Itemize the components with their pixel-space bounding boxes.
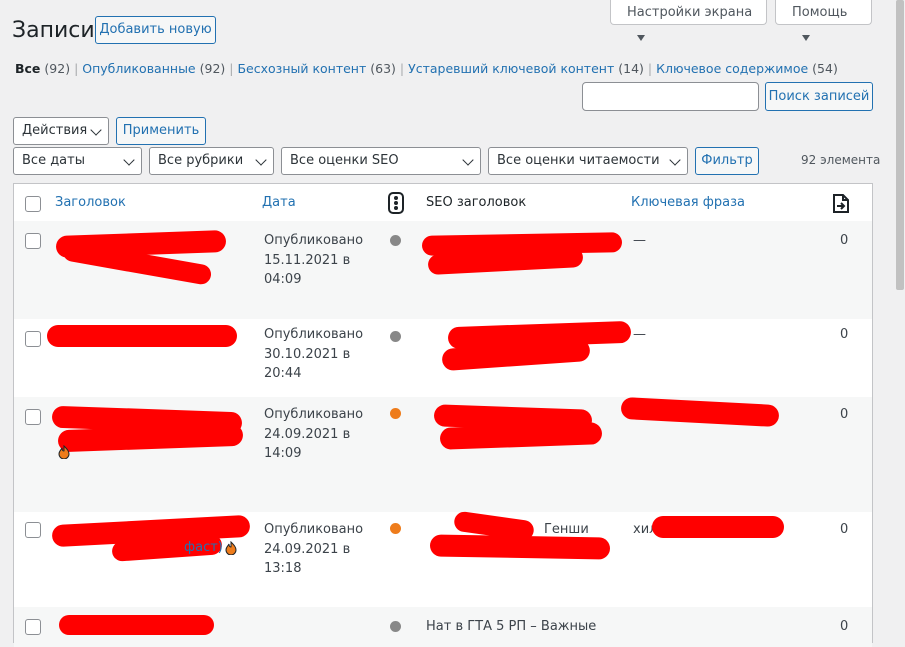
page-scrollbar[interactable] bbox=[895, 0, 905, 628]
readability-filter-label: Все оценки читаемости bbox=[497, 153, 660, 168]
seo-score-dot-gray bbox=[390, 331, 401, 342]
column-title-sort[interactable]: Заголовок bbox=[55, 193, 126, 213]
screen-options-button[interactable]: Настройки экрана bbox=[610, 0, 767, 41]
time-value: 04:09 bbox=[264, 272, 302, 287]
seo-score-dot-orange bbox=[390, 408, 401, 419]
row-checkbox[interactable] bbox=[25, 331, 41, 347]
column-seo-title: SEO заголовок bbox=[426, 195, 527, 210]
readability-filter-select[interactable]: Все оценки читаемости bbox=[488, 147, 688, 175]
redaction-mark bbox=[620, 396, 780, 428]
fire-icon bbox=[58, 444, 70, 463]
chevron-down-icon bbox=[90, 124, 102, 136]
filter-button[interactable]: Фильтр bbox=[695, 147, 759, 175]
date-status: Опубликовано bbox=[264, 522, 364, 537]
seo-filter-label: Все оценки SEO bbox=[290, 153, 399, 168]
select-all-checkbox[interactable] bbox=[25, 196, 41, 212]
date-status: Опубликовано bbox=[264, 233, 364, 248]
redaction-mark bbox=[429, 534, 611, 560]
seo-score-dot-gray bbox=[390, 235, 401, 246]
apply-button[interactable]: Применить bbox=[116, 117, 206, 145]
chevron-down-icon bbox=[462, 154, 474, 166]
subsubsub-views: Все (92) | Опубликованные (92) | Бесхозн… bbox=[15, 61, 838, 76]
seo-title-fragment: Нат в ГТА 5 РП – Важные bbox=[426, 619, 597, 634]
view-orphaned-count: (63) bbox=[370, 61, 396, 76]
keyphrase-value: — bbox=[633, 233, 646, 248]
view-published-count: (92) bbox=[199, 61, 226, 76]
seo-score-dot-orange bbox=[390, 523, 401, 534]
triangle-down-icon bbox=[637, 35, 645, 41]
post-date: Опубликовано 24.09.2021 в 14:09 bbox=[264, 405, 363, 464]
table-row: Нат в ГТА 5 РП – Важные 0 bbox=[14, 607, 872, 647]
help-label: Помощь bbox=[792, 5, 848, 20]
links-count: 0 bbox=[840, 522, 849, 537]
post-date: Опубликовано 30.10.2021 в 20:44 bbox=[264, 325, 363, 384]
view-cornerstone-count: (54) bbox=[812, 61, 838, 76]
links-count: 0 bbox=[840, 327, 849, 342]
table-row: Опубликовано 15.11.2021 в 04:09 — 0 bbox=[14, 221, 872, 319]
view-stale-cornerstone[interactable]: Устаревший ключевой контент bbox=[408, 61, 614, 76]
keyphrase-value: — bbox=[633, 327, 646, 342]
search-input[interactable] bbox=[582, 82, 759, 111]
row-checkbox[interactable] bbox=[25, 409, 41, 425]
column-date-sort[interactable]: Дата bbox=[262, 193, 296, 213]
redaction-mark bbox=[59, 615, 214, 635]
seo-score-dot-gray bbox=[390, 621, 401, 632]
search-posts-button[interactable]: Поиск записей bbox=[765, 82, 873, 111]
links-count: 0 bbox=[840, 407, 849, 422]
scrollbar-thumb[interactable] bbox=[896, 0, 904, 290]
redaction-mark bbox=[47, 325, 237, 347]
view-all-count: (92) bbox=[44, 61, 71, 76]
bulk-actions-select[interactable]: Действия bbox=[13, 117, 109, 145]
row-checkbox[interactable] bbox=[25, 619, 41, 635]
column-keyphrase-sort[interactable]: Ключевая фраза bbox=[631, 193, 745, 213]
redaction-mark bbox=[439, 422, 603, 450]
category-filter-label: Все рубрики bbox=[158, 153, 244, 168]
redaction-mark bbox=[652, 516, 784, 538]
time-value: 20:44 bbox=[264, 366, 302, 381]
items-count: 92 элемента bbox=[801, 153, 881, 167]
posts-table: Заголовок Дата SEO заголовок Ключевая фр… bbox=[13, 183, 873, 647]
table-header: Заголовок Дата SEO заголовок Ключевая фр… bbox=[14, 184, 872, 222]
date-value: 24.09.2021 в bbox=[264, 426, 351, 442]
post-title-fragment[interactable]: фаст) bbox=[184, 538, 223, 558]
internal-links-icon[interactable] bbox=[831, 193, 851, 218]
help-button[interactable]: Помощь bbox=[775, 0, 872, 41]
table-row: Опубликовано 24.09.2021 в 14:09 0 bbox=[14, 396, 872, 512]
row-checkbox[interactable] bbox=[25, 233, 41, 249]
bulk-actions-label: Действия bbox=[22, 123, 88, 138]
time-value: 13:18 bbox=[264, 561, 302, 576]
chevron-down-icon bbox=[123, 154, 135, 166]
post-date: Опубликовано 15.11.2021 в 04:09 bbox=[264, 231, 363, 290]
view-cornerstone[interactable]: Ключевое содержимое bbox=[656, 61, 808, 76]
fire-icon bbox=[225, 540, 237, 559]
time-value: 14:09 bbox=[264, 446, 302, 461]
page-title: Записи bbox=[12, 18, 95, 43]
triangle-down-icon bbox=[802, 35, 810, 41]
date-value: 15.11.2021 в bbox=[264, 252, 351, 268]
chevron-down-icon bbox=[669, 154, 681, 166]
date-status: Опубликовано bbox=[264, 327, 364, 342]
chevron-down-icon bbox=[255, 154, 267, 166]
table-row: Опубликовано 30.10.2021 в 20:44 — 0 bbox=[14, 319, 872, 397]
date-value: 24.09.2021 в bbox=[264, 541, 351, 557]
date-filter-label: Все даты bbox=[22, 153, 85, 168]
row-checkbox[interactable] bbox=[25, 522, 41, 538]
seo-score-filter-select[interactable]: Все оценки SEO bbox=[281, 147, 481, 175]
links-count: 0 bbox=[840, 233, 849, 248]
view-all[interactable]: Все bbox=[15, 61, 40, 76]
view-published[interactable]: Опубликованные bbox=[82, 61, 195, 76]
links-count: 0 bbox=[840, 619, 849, 634]
seo-score-traffic-light-icon[interactable] bbox=[388, 192, 404, 218]
post-date: Опубликовано 24.09.2021 в 13:18 bbox=[264, 520, 363, 579]
date-filter-select[interactable]: Все даты bbox=[13, 147, 142, 175]
view-stale-count: (14) bbox=[618, 61, 644, 76]
add-new-button[interactable]: Добавить новую bbox=[95, 16, 216, 44]
table-row: фаст) Опубликовано 24.09.2021 в 13:18 Генш… bbox=[14, 510, 872, 607]
date-value: 30.10.2021 в bbox=[264, 346, 351, 362]
screen-options-label: Настройки экрана bbox=[627, 5, 753, 20]
date-status: Опубликовано bbox=[264, 407, 364, 422]
category-filter-select[interactable]: Все рубрики bbox=[149, 147, 274, 175]
view-orphaned[interactable]: Бесхозный контент bbox=[237, 61, 366, 76]
